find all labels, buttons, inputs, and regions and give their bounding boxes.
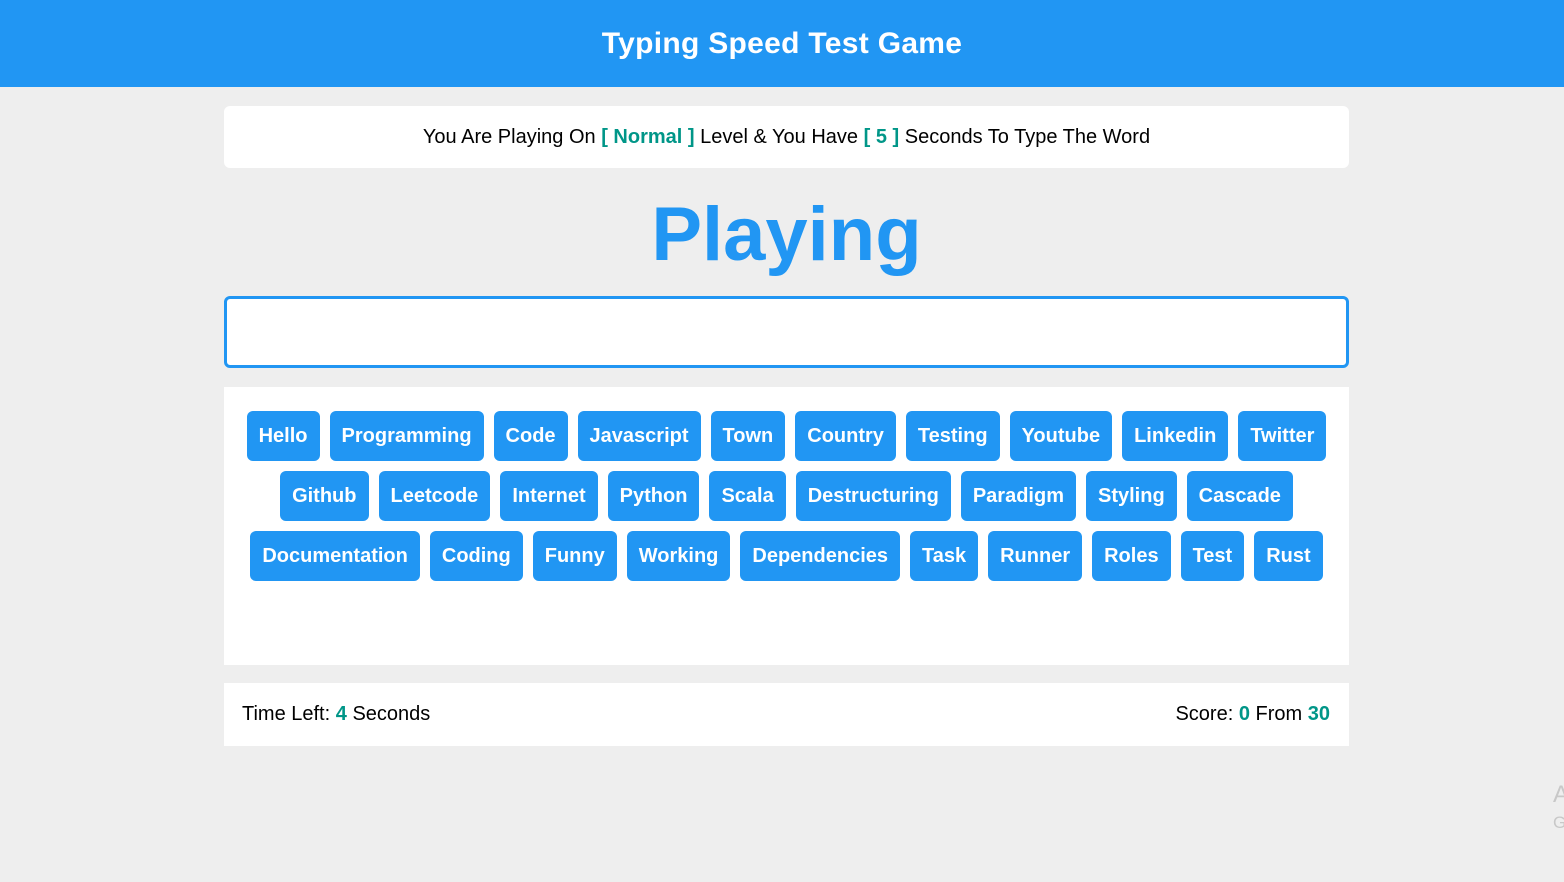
upcoming-word: Town <box>710 411 786 461</box>
upcoming-word: Python <box>607 471 700 521</box>
upcoming-word: Task <box>910 531 979 581</box>
corner-line-2: G <box>1553 813 1564 832</box>
upcoming-word: Runner <box>988 531 1083 581</box>
score-total: 30 <box>1307 703 1330 725</box>
upcoming-words: Hello Programming Code Javascript Town Countr… <box>224 387 1349 665</box>
corner-line-1: A <box>1553 781 1564 808</box>
message-middle: Level & You Have <box>700 125 859 148</box>
seconds-bracket-open: [ <box>863 125 871 148</box>
message-suffix: Seconds To Type The Word <box>904 125 1151 148</box>
current-word: Playing <box>651 192 922 277</box>
message-prefix: You Are Playing On <box>422 125 596 148</box>
upcoming-word: Scala <box>709 471 786 521</box>
typing-input[interactable] <box>224 296 1349 368</box>
seconds-bracket-close: ] <box>892 125 900 148</box>
level-name: Normal <box>613 125 683 148</box>
upcoming-word: Coding <box>429 531 523 581</box>
upcoming-word: Test <box>1180 531 1245 581</box>
level-seconds: 5 <box>875 125 887 148</box>
upcoming-word: Working <box>626 531 731 581</box>
upcoming-word: Funny <box>532 531 617 581</box>
upcoming-word: Roles <box>1092 531 1171 581</box>
time-left-value: 4 <box>335 703 347 725</box>
score-value: 0 <box>1238 703 1250 725</box>
upcoming-word: Rust <box>1254 531 1323 581</box>
input-wrapper <box>224 296 1349 368</box>
upcoming-word: Programming <box>329 411 484 461</box>
upcoming-word: Javascript <box>577 411 701 461</box>
game-info-message: You Are Playing On [ Normal ] Level & Yo… <box>224 106 1349 168</box>
time-left-unit: Seconds <box>352 703 431 725</box>
game-control-bar: Time Left: 4 Seconds Score: 0 From 30 <box>224 683 1349 746</box>
level-bracket-open: [ <box>601 125 608 148</box>
corner-overlay-text: A G <box>1553 780 1564 836</box>
upcoming-word: Cascade <box>1186 471 1293 521</box>
page-title: Typing Speed Test Game <box>601 26 963 60</box>
upcoming-word: Internet <box>500 471 598 521</box>
time-left-label: Time Left: <box>242 703 331 725</box>
upcoming-word: Testing <box>905 411 1000 461</box>
upcoming-word: Documentation <box>250 531 420 581</box>
app-header: Typing Speed Test Game <box>0 0 1564 87</box>
upcoming-word: Styling <box>1085 471 1177 521</box>
upcoming-word: Dependencies <box>740 531 900 581</box>
upcoming-word: Twitter <box>1238 411 1327 461</box>
level-bracket-close: ] <box>687 125 695 148</box>
score-from-label: From <box>1255 703 1303 725</box>
time-left: Time Left: 4 Seconds <box>242 703 430 726</box>
upcoming-word: Paradigm <box>960 471 1076 521</box>
score: Score: 0 From 30 <box>1175 703 1330 726</box>
upcoming-word: Github <box>280 471 369 521</box>
upcoming-word: Hello <box>246 411 320 461</box>
upcoming-word: Code <box>493 411 568 461</box>
upcoming-word: Country <box>795 411 896 461</box>
upcoming-word: Destructuring <box>795 471 951 521</box>
upcoming-word: Youtube <box>1009 411 1113 461</box>
upcoming-word: Leetcode <box>378 471 491 521</box>
upcoming-word: Linkedin <box>1122 411 1229 461</box>
score-label: Score: <box>1175 703 1234 725</box>
